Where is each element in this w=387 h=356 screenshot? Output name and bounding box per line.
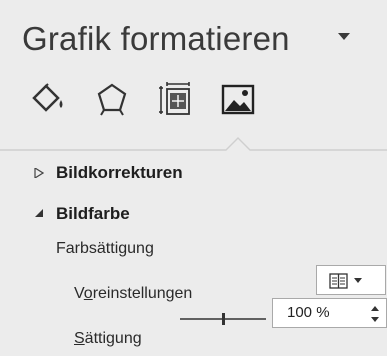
color-presets-icon	[329, 273, 362, 289]
tab-fill-line[interactable]	[28, 80, 68, 120]
tab-effects[interactable]	[92, 80, 132, 120]
pane-title: Grafik formatieren	[22, 20, 290, 57]
presets-dropdown-button[interactable]	[316, 265, 386, 295]
section-bildkorrekturen[interactable]: Bildkorrekturen	[56, 163, 183, 183]
fill-line-icon	[32, 83, 63, 112]
pane-options-dropdown-icon[interactable]	[336, 30, 352, 42]
saettigung-spinbox[interactable]: 100 %	[272, 298, 387, 328]
voreinstellungen-label: Voreinstellungen	[74, 285, 193, 302]
format-picture-pane: Grafik formatieren Bildkorrekturen Bildf…	[0, 0, 387, 356]
tab-picture[interactable]	[218, 80, 258, 120]
picture-icon	[221, 84, 255, 115]
size-properties-icon	[159, 82, 190, 115]
tab-size-properties[interactable]	[156, 80, 196, 120]
effects-icon	[97, 83, 127, 116]
section-bildfarbe[interactable]: Bildfarbe	[56, 204, 130, 224]
saettigung-slider[interactable]	[180, 312, 266, 325]
saettigung-value[interactable]: 100 %	[287, 304, 330, 321]
spin-arrows-icon[interactable]	[368, 302, 382, 326]
expand-bildkorrekturen-icon[interactable]	[34, 168, 44, 178]
collapse-bildfarbe-icon[interactable]	[34, 208, 44, 218]
farbsaettigung-heading: Farbsättigung	[56, 240, 154, 257]
saettigung-label: Sättigung	[74, 330, 142, 347]
tab-divider	[0, 128, 387, 152]
slider-thumb[interactable]	[222, 313, 225, 325]
